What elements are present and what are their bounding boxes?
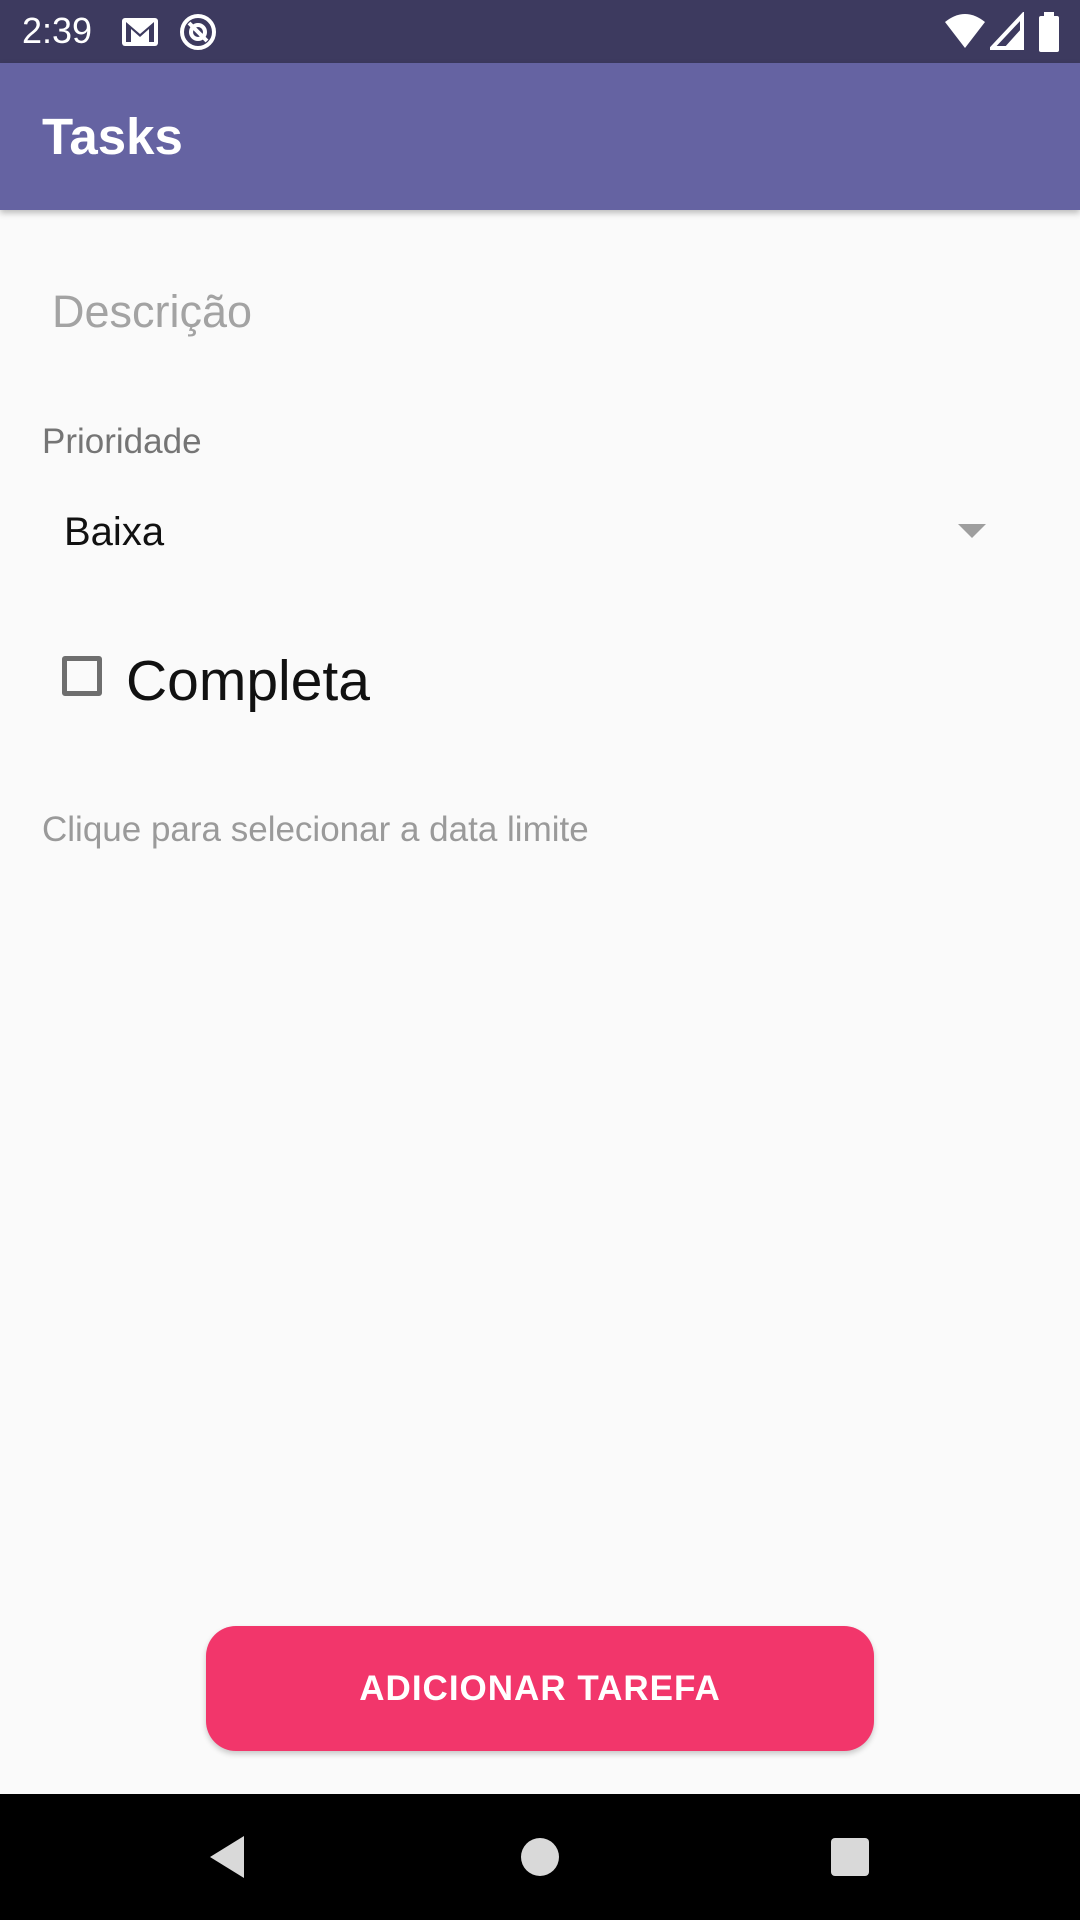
priority-dropdown[interactable]: Baixa	[42, 490, 1002, 574]
description-input[interactable]	[42, 272, 1022, 352]
app-title: Tasks	[42, 108, 183, 165]
checkbox-icon	[62, 656, 102, 696]
wifi-icon	[945, 14, 985, 48]
navigation-bar	[0, 1794, 1080, 1920]
priority-label: Prioridade	[42, 422, 202, 461]
deadline-picker[interactable]: Clique para selecionar a data limite	[42, 808, 589, 852]
app-bar: Tasks	[0, 63, 1080, 210]
gmail-icon	[122, 18, 158, 46]
completed-checkbox[interactable]: Completa	[42, 636, 442, 732]
screen: 2:39 Tasks Prioridade Baixa	[0, 0, 1080, 1920]
recents-icon[interactable]	[815, 1822, 885, 1892]
at-sign-icon	[180, 14, 216, 50]
status-time: 2:39	[22, 10, 93, 51]
signal-icon	[990, 12, 1024, 50]
dropdown-arrow-icon	[958, 524, 986, 538]
back-icon[interactable]	[196, 1822, 266, 1892]
battery-icon	[1039, 12, 1059, 52]
status-bar: 2:39	[0, 0, 1080, 63]
add-task-button[interactable]: ADICIONAR TAREFA	[206, 1626, 874, 1751]
completed-label: Completa	[126, 649, 370, 713]
priority-selected-value: Baixa	[64, 510, 165, 554]
home-icon[interactable]	[505, 1822, 575, 1892]
